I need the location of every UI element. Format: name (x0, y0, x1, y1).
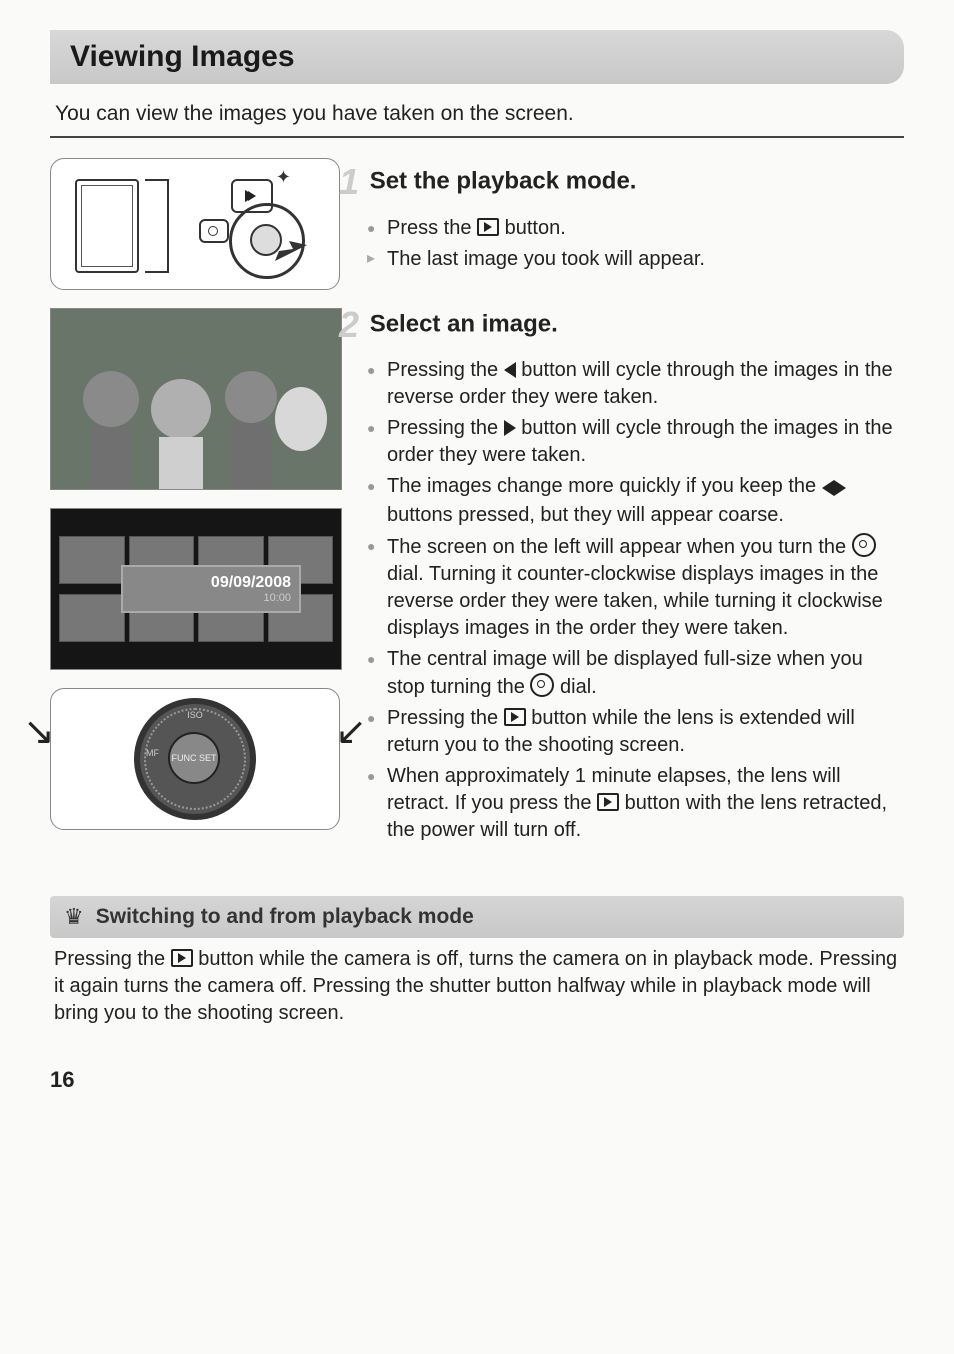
dial-label-mf: MF (146, 748, 159, 758)
instructions-column: 1 Set the playback mode. Press the butto… (365, 158, 904, 872)
divider (50, 136, 904, 138)
step-2-heading: 2 Select an image. (365, 301, 904, 350)
section-title-bar: Viewing Images (50, 30, 904, 84)
step-2-number: 2 (339, 301, 359, 350)
step-2-bullet-4: The screen on the left will appear when … (365, 533, 904, 642)
playback-button-icon (504, 708, 526, 726)
step-2-bullet-2: Pressing the button will cycle through t… (365, 415, 904, 469)
intro-text: You can view the images you have taken o… (50, 102, 904, 126)
filmstrip-center-image: 09/09/2008 10:00 (121, 565, 301, 613)
left-right-arrow-icon (822, 475, 846, 502)
right-arrow-icon (504, 420, 516, 436)
illustration-column: ✦ (50, 158, 340, 872)
camera-back-illustration: ✦ (50, 158, 340, 290)
filmstrip-date: 09/09/2008 (211, 574, 291, 592)
content-columns: ✦ (50, 158, 904, 872)
page-number: 16 (50, 1067, 904, 1093)
step-2: 2 Select an image. Pressing the button w… (365, 301, 904, 845)
step-2-bullet-7: When approximately 1 minute elapses, the… (365, 763, 904, 844)
filmstrip-screen-illustration: 09/09/2008 10:00 (50, 508, 342, 670)
sample-photo-illustration (50, 308, 342, 490)
dial-label-iso: ISO (140, 710, 250, 720)
control-dial-illustration: ↘ ISO MF FUNC SET ↙ (50, 688, 340, 830)
sparkle-icon: ✦ (276, 167, 291, 188)
playback-button-icon (597, 793, 619, 811)
camera-small-button-icon (199, 219, 229, 243)
tip-body: Pressing the button while the camera is … (50, 946, 904, 1027)
step-1-bullets: Press the button. The last image you too… (365, 215, 904, 273)
step-2-bullet-6: Pressing the button while the lens is ex… (365, 705, 904, 759)
step-1-number: 1 (339, 158, 359, 207)
filmstrip-time: 10:00 (263, 592, 291, 604)
tip-heading-bar: ♛ Switching to and from playback mode (50, 896, 904, 938)
step-1-bullet-2: The last image you took will appear. (365, 246, 904, 273)
control-dial-icon (852, 533, 876, 557)
playback-button-icon (171, 949, 193, 967)
pointer-arrow-icon (229, 239, 309, 279)
dial-right-arrow-icon: ↙ (335, 709, 367, 754)
left-arrow-icon (504, 362, 516, 378)
manual-page: Viewing Images You can view the images y… (0, 0, 954, 1113)
tip-heading: Switching to and from playback mode (96, 905, 474, 929)
step-2-bullets: Pressing the button will cycle through t… (365, 357, 904, 844)
step-2-heading-text: Select an image. (370, 310, 558, 337)
step-2-bullet-5: The central image will be displayed full… (365, 646, 904, 701)
step-1-bullet-1: Press the button. (365, 215, 904, 242)
step-2-bullet-3: The images change more quickly if you ke… (365, 473, 904, 529)
dial-label-func-set: FUNC SET (168, 732, 220, 784)
lightbulb-icon: ♛ (64, 904, 84, 930)
control-dial-icon (530, 673, 554, 697)
step-1-heading: 1 Set the playback mode. (365, 158, 904, 207)
dial-left-arrow-icon: ↘ (23, 709, 55, 754)
step-1-heading-text: Set the playback mode. (370, 168, 637, 195)
playback-button-icon (477, 218, 499, 236)
section-title: Viewing Images (70, 40, 884, 74)
step-2-bullet-1: Pressing the button will cycle through t… (365, 357, 904, 411)
step-1: 1 Set the playback mode. Press the butto… (365, 158, 904, 273)
